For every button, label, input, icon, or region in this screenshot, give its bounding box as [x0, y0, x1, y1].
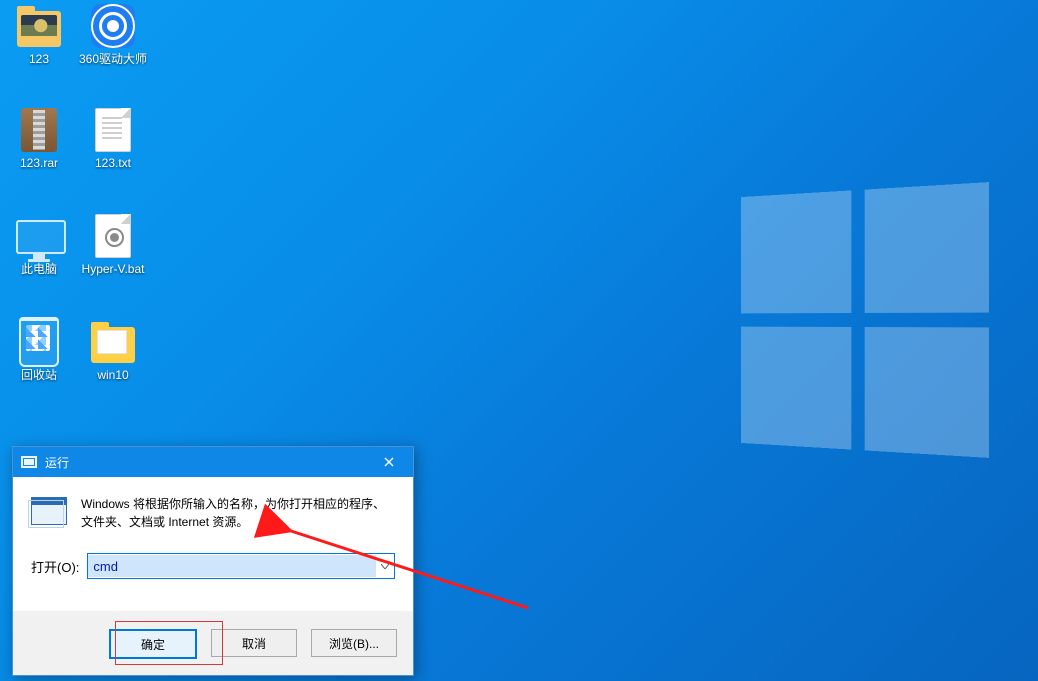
- txt-icon: [95, 108, 131, 152]
- open-label: 打开(O):: [31, 557, 79, 576]
- icon-label: win10: [77, 368, 149, 382]
- cancel-button[interactable]: 取消: [211, 629, 297, 657]
- dialog-titlebar[interactable]: 运行: [13, 447, 413, 477]
- desktop-icon-folder-123[interactable]: 123: [3, 4, 75, 66]
- ok-button[interactable]: 确定: [109, 629, 197, 659]
- dialog-message: Windows 将根据你所输入的名称，为你打开相应的程序、文件夹、文档或 Int…: [81, 495, 395, 531]
- icon-label: 123.rar: [3, 156, 75, 170]
- desktop-icon-rar[interactable]: 123.rar: [3, 108, 75, 170]
- windows-light-logo: [741, 182, 989, 458]
- recycle-bin-icon: [19, 317, 59, 367]
- desktop[interactable]: 123 360驱动大师 123.rar 123.txt 此电脑 Hyper-V.…: [0, 0, 1038, 681]
- icon-label: Hyper-V.bat: [77, 262, 149, 276]
- desktop-icon-bat[interactable]: Hyper-V.bat: [77, 214, 149, 276]
- run-dialog: 运行 Windows 将根据你所输入的名称，为你打开相应的程序、文件夹、文档或 …: [12, 446, 414, 676]
- desktop-icon-360[interactable]: 360驱动大师: [77, 4, 149, 66]
- icon-label: 此电脑: [3, 262, 75, 276]
- run-system-icon: [21, 456, 37, 468]
- close-icon: [384, 457, 394, 467]
- icon-label: 360驱动大师: [77, 52, 149, 66]
- icon-label: 123: [3, 52, 75, 66]
- dialog-button-row: 确定 取消 浏览(B)...: [13, 611, 413, 675]
- close-button[interactable]: [367, 447, 411, 477]
- combobox-dropdown-button[interactable]: [375, 555, 394, 577]
- icon-label: 回收站: [3, 368, 75, 382]
- open-combobox[interactable]: [87, 553, 395, 579]
- desktop-icon-txt[interactable]: 123.txt: [77, 108, 149, 170]
- chevron-down-icon: [381, 564, 389, 569]
- folder-icon: [17, 11, 61, 47]
- run-program-icon: [31, 497, 67, 525]
- open-input[interactable]: [88, 555, 375, 577]
- dialog-title: 运行: [45, 454, 367, 471]
- app-icon: [91, 4, 135, 48]
- desktop-icon-win10-folder[interactable]: win10: [77, 320, 149, 382]
- desktop-icon-this-pc[interactable]: 此电脑: [3, 214, 75, 276]
- folder-icon: [91, 327, 135, 363]
- pc-icon: [16, 220, 62, 256]
- desktop-icon-recycle-bin[interactable]: 回收站: [3, 320, 75, 382]
- browse-button[interactable]: 浏览(B)...: [311, 629, 397, 657]
- rar-icon: [21, 108, 57, 152]
- bat-icon: [95, 214, 131, 258]
- icon-label: 123.txt: [77, 156, 149, 170]
